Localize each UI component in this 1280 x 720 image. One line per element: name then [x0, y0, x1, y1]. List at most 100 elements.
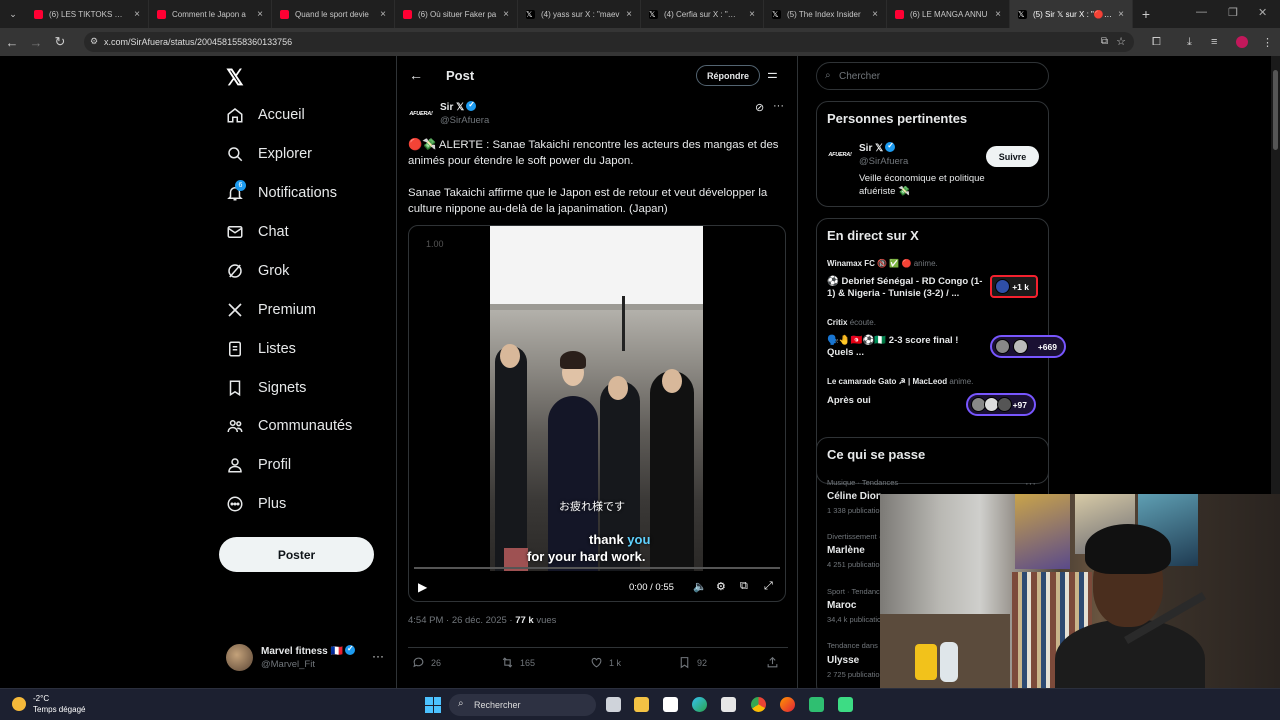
forward-icon[interactable]: → — [24, 35, 48, 50]
extensions-icon[interactable]: ⧠ — [1152, 36, 1161, 49]
volume-icon[interactable]: 🔈 — [693, 580, 707, 593]
nav-item-explore[interactable]: Explorer — [226, 145, 312, 163]
weather-temp[interactable]: -2°C — [33, 694, 49, 703]
close-tab-icon[interactable]: × — [503, 9, 509, 20]
bookmark-star-icon[interactable]: ☆ — [1116, 35, 1126, 48]
close-tab-icon[interactable]: × — [257, 9, 263, 20]
live-host[interactable]: Le camarade Gato ☭ | MacLeod anime. — [827, 377, 973, 386]
nav-item-premium[interactable]: Premium — [226, 301, 316, 319]
reload-icon[interactable]: ↻ — [48, 34, 72, 50]
maximize-icon[interactable]: ❐ — [1228, 6, 1238, 19]
nav-item-chat[interactable]: Chat — [226, 223, 289, 241]
minimize-icon[interactable]: — — [1196, 6, 1207, 18]
like-action[interactable]: 1 k — [590, 656, 621, 669]
nav-item-grok[interactable]: Grok — [226, 262, 289, 280]
post-button[interactable]: Poster — [219, 537, 374, 572]
live-listeners-pill[interactable]: +97 — [966, 393, 1036, 416]
tab-search-dropdown-icon[interactable]: ⌄ — [0, 0, 26, 28]
browser-tab[interactable]: 𝕏 (4) Cerfia sur X : "🇫🇷 F × — [641, 0, 764, 28]
live-title[interactable]: ⚽ Debrief Sénégal - RD Congo (1-1) & Nig… — [827, 276, 987, 300]
notepad-icon[interactable] — [663, 697, 678, 712]
author-avatar[interactable]: AFUERA! — [408, 101, 434, 127]
site-info-icon[interactable]: ⚙ — [90, 36, 98, 47]
live-title[interactable]: 🗣️🤚🇹🇳⚽🇳🇬 2-3 score final ! Quels ... — [827, 335, 987, 359]
trend-name[interactable]: Maroc — [827, 600, 856, 611]
x-logo-icon[interactable]: 𝕏 — [226, 65, 244, 91]
edge-icon[interactable] — [692, 697, 707, 712]
live-host[interactable]: Winamax FC 🔞 ✅ 🔴 anime. — [827, 259, 938, 268]
new-tab-button[interactable]: + — [1133, 6, 1159, 22]
firefox-icon[interactable] — [780, 697, 795, 712]
close-tab-icon[interactable]: × — [872, 9, 878, 20]
picture-in-picture-icon[interactable]: ⧉ — [740, 580, 748, 593]
close-tab-icon[interactable]: × — [995, 9, 1001, 20]
trend-name[interactable]: Céline Dion — [827, 491, 882, 502]
relevant-handle[interactable]: @SirAfuera — [859, 156, 908, 167]
author-handle[interactable]: @SirAfuera — [440, 115, 489, 126]
install-app-icon[interactable]: ⧉ — [1101, 36, 1108, 47]
browser-tab[interactable]: 𝕏 (4) yass sur X : "maev × — [518, 0, 641, 28]
browser-tab[interactable]: (6) Où situer Faker pa × — [395, 0, 518, 28]
play-icon[interactable]: ▶ — [418, 580, 427, 594]
trend-name[interactable]: Marlène — [827, 545, 865, 556]
close-window-icon[interactable]: ✕ — [1258, 6, 1267, 19]
browser-tab[interactable]: Comment le Japon a × — [149, 0, 272, 28]
address-bar[interactable]: ⚙ x.com/SirAfuera/status/200458155836013… — [84, 32, 1134, 52]
file-explorer-icon[interactable] — [634, 697, 649, 712]
close-tab-icon[interactable]: × — [380, 9, 386, 20]
nav-item-more[interactable]: Plus — [226, 495, 286, 513]
more-options-icon[interactable]: ··· — [773, 100, 784, 112]
live-listeners-pill[interactable]: +669 — [990, 335, 1066, 358]
relevant-avatar[interactable]: AFUERA! — [827, 142, 853, 168]
close-tab-icon[interactable]: × — [1118, 9, 1124, 20]
live-listeners-pill[interactable]: +1 k — [990, 275, 1038, 298]
adjust-icon[interactable]: ⚌ — [767, 67, 778, 81]
trend-name[interactable]: Ulysse — [827, 655, 859, 666]
live-host[interactable]: Critix écoute. — [827, 318, 876, 327]
relevant-name-row[interactable]: Sir 𝕏 — [859, 141, 896, 154]
repost-action[interactable]: 165 — [501, 656, 535, 669]
video-progress-bar[interactable] — [414, 567, 780, 569]
chrome-icon[interactable] — [751, 697, 766, 712]
store-icon[interactable] — [721, 697, 736, 712]
reply-button[interactable]: Répondre — [696, 65, 760, 86]
browser-tab[interactable]: (6) LES TIKTOKS DES × — [26, 0, 149, 28]
close-tab-icon[interactable]: × — [626, 9, 632, 20]
video-frame[interactable] — [490, 226, 703, 571]
nav-item-notifications[interactable]: 6 Notifications — [226, 180, 337, 202]
windows-start-icon[interactable] — [425, 697, 441, 713]
browser-tab[interactable]: Quand le sport devie × — [272, 0, 395, 28]
app-icon[interactable] — [838, 697, 853, 712]
taskbar-search[interactable]: ⌕ Rechercher — [449, 694, 596, 716]
nav-item-lists[interactable]: Listes — [226, 340, 296, 358]
profile-avatar[interactable] — [1236, 36, 1248, 48]
follow-button[interactable]: Suivre — [986, 146, 1039, 167]
share-action[interactable] — [766, 656, 779, 669]
weather-moon-icon[interactable] — [12, 697, 26, 711]
weather-condition[interactable]: Temps dégagé — [33, 705, 85, 714]
reply-action[interactable]: 26 — [412, 656, 441, 669]
grok-explain-icon[interactable]: ⊘ — [755, 101, 764, 114]
nav-item-communities[interactable]: Communautés — [226, 417, 352, 435]
downloads-icon[interactable]: ⤓ — [1187, 36, 1192, 49]
trend-more-icon[interactable]: ··· — [1025, 478, 1036, 490]
xbox-icon[interactable] — [809, 697, 824, 712]
nav-item-bookmarks[interactable]: Signets — [226, 379, 306, 397]
settings-gear-icon[interactable]: ⚙ — [716, 580, 726, 593]
back-icon[interactable]: ← — [0, 35, 24, 50]
close-tab-icon[interactable]: × — [749, 9, 755, 20]
browser-tab[interactable]: (6) LE MANGA ANNU × — [887, 0, 1010, 28]
nav-item-profile[interactable]: Profil — [226, 456, 291, 474]
search-input[interactable]: ⌕ Chercher — [816, 62, 1049, 90]
browser-tab-active[interactable]: 𝕏 (5) Sir 𝕏 sur X : "🔴💸 × — [1010, 0, 1133, 28]
back-arrow-icon[interactable]: ← — [409, 67, 423, 83]
close-tab-icon[interactable]: × — [134, 9, 140, 20]
reading-list-icon[interactable]: ≡ — [1211, 36, 1217, 48]
live-title[interactable]: Après oui — [827, 395, 987, 407]
scrollbar-thumb[interactable] — [1273, 70, 1278, 150]
account-switcher[interactable]: Marvel fitness 🇫🇷 @Marvel_Fit ··· — [226, 644, 386, 674]
author-name-row[interactable]: Sir 𝕏 — [440, 100, 477, 113]
browser-menu-icon[interactable]: ⋮ — [1262, 36, 1273, 49]
bookmark-action[interactable]: 92 — [678, 656, 707, 669]
fullscreen-icon[interactable]: ⤢ — [764, 580, 773, 593]
